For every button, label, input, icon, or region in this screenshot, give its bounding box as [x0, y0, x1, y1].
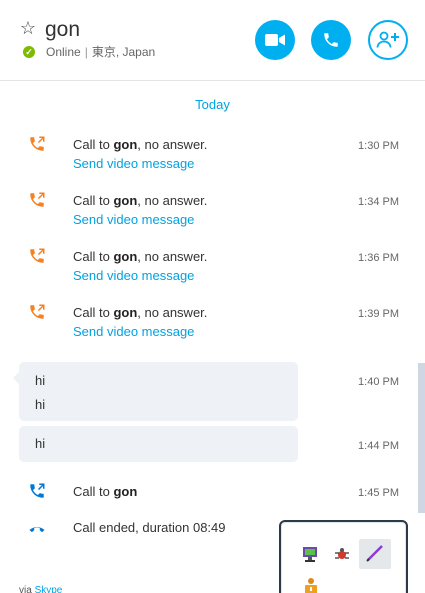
video-camera-icon	[265, 34, 285, 46]
call-contact-name: gon	[113, 193, 138, 208]
presence-status: Online	[46, 45, 81, 59]
favorite-star-icon[interactable]: ☆	[18, 18, 38, 38]
message-text: hi	[35, 397, 46, 412]
conversation-header: ☆ gon ✓ Online | 東京, Japan	[0, 0, 425, 81]
call-event-text: Call to gon, no answer.	[73, 304, 207, 321]
via-brand-link[interactable]: Skype	[35, 585, 63, 593]
call-prefix: Call to	[73, 484, 114, 499]
call-contact-name: gon	[113, 305, 138, 320]
call-suffix: , no answer.	[137, 137, 208, 152]
bug-tool-icon[interactable]	[332, 544, 352, 564]
call-ended-icon	[29, 527, 45, 532]
date-separator: Today	[195, 97, 230, 112]
call-prefix: Call to	[73, 305, 114, 320]
call-prefix: Call to	[73, 137, 114, 152]
add-people-button[interactable]	[368, 20, 408, 60]
warning-user-icon[interactable]	[301, 576, 321, 593]
pen-icon[interactable]	[365, 543, 385, 563]
call-suffix: , no answer.	[137, 249, 208, 264]
outgoing-missed-call-icon	[30, 136, 45, 151]
call-event-text: Call to gon, no answer.	[73, 192, 207, 209]
message-timestamp: 1:30 PM	[358, 140, 399, 152]
via-prefix: via	[19, 585, 35, 593]
call-contact-name: gon	[113, 137, 138, 152]
message-timestamp: 1:34 PM	[358, 196, 399, 208]
message-text: hi	[35, 373, 46, 388]
add-person-icon	[376, 31, 399, 48]
outgoing-missed-call-icon	[30, 304, 45, 319]
system-tray-overflow	[279, 520, 408, 593]
via-label: via Skype	[19, 585, 62, 593]
call-contact-name: gon	[113, 484, 138, 499]
call-event-text: Call to gon	[73, 483, 137, 500]
message-bubble[interactable]: hi hi	[13, 362, 298, 421]
message-timestamp: 1:39 PM	[358, 308, 399, 320]
audio-call-button[interactable]	[311, 20, 351, 60]
message-text: hi	[35, 436, 46, 451]
send-video-message-link[interactable]: Send video message	[73, 155, 194, 172]
send-video-message-link[interactable]: Send video message	[73, 211, 194, 228]
phone-icon	[324, 33, 338, 47]
call-ended-text: Call ended, duration 08:49	[73, 520, 226, 535]
call-event-text: Call to gon, no answer.	[73, 136, 207, 153]
call-contact-name: gon	[113, 249, 138, 264]
message-timestamp: 1:44 PM	[358, 440, 399, 452]
message-timestamp: 1:40 PM	[358, 376, 399, 388]
call-event-text: Call to gon, no answer.	[73, 248, 207, 265]
call-prefix: Call to	[73, 249, 114, 264]
message-bubble[interactable]: hi	[19, 426, 298, 462]
call-prefix: Call to	[73, 193, 114, 208]
call-suffix: , no answer.	[137, 193, 208, 208]
message-timestamp: 1:36 PM	[358, 252, 399, 264]
outgoing-missed-call-icon	[30, 192, 45, 207]
message-timestamp: 1:45 PM	[358, 487, 399, 499]
video-call-button[interactable]	[255, 20, 295, 60]
call-suffix: , no answer.	[137, 305, 208, 320]
chat-scrollbar[interactable]	[418, 363, 425, 513]
online-status-icon: ✓	[23, 46, 35, 58]
network-monitor-icon[interactable]	[301, 544, 321, 564]
send-video-message-link[interactable]: Send video message	[73, 267, 194, 284]
outgoing-missed-call-icon	[30, 248, 45, 263]
presence-line: Online | 東京, Japan	[46, 44, 155, 60]
contact-name[interactable]: gon	[45, 17, 80, 43]
outgoing-call-icon	[30, 483, 45, 498]
presence-separator: |	[84, 45, 88, 59]
send-video-message-link[interactable]: Send video message	[73, 323, 194, 340]
contact-location: 東京, Japan	[91, 45, 156, 59]
